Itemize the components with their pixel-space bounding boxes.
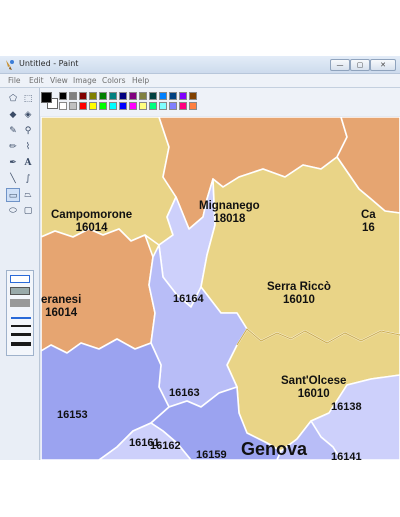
- label-ca: Ca 16: [361, 209, 376, 234]
- foreground-color-swatch[interactable]: [41, 92, 52, 103]
- color-picker-icon[interactable]: ✎: [6, 124, 20, 138]
- label-serra-ricco: Serra Riccò 16010: [267, 281, 331, 306]
- palette-swatch[interactable]: [119, 92, 127, 100]
- ellipse-icon[interactable]: ⬭: [6, 204, 20, 218]
- rounded-rect-icon[interactable]: ▢: [21, 204, 35, 218]
- label-16163: 16163: [169, 387, 200, 399]
- palette-swatch[interactable]: [159, 92, 167, 100]
- menu-colors[interactable]: Colors: [102, 76, 126, 85]
- toolbox: ⬠ ⬚ ◆ ◈ ✎ ⚲ ✏ ⌇ ✒ A ╲ ∫ ▭ ⏢ ⬭ ▢: [0, 88, 40, 460]
- tool-options-panel[interactable]: [6, 270, 34, 356]
- paint-app-icon: [6, 60, 14, 70]
- text-icon[interactable]: A: [21, 156, 35, 170]
- current-colors[interactable]: [41, 92, 58, 109]
- drawing-canvas[interactable]: Campomorone 16014 Mignanego 18018 Ca 16 …: [41, 117, 400, 460]
- line-icon[interactable]: ╲: [6, 172, 20, 186]
- palette-swatch[interactable]: [109, 92, 117, 100]
- palette-swatch[interactable]: [99, 102, 107, 110]
- label-campomorone: Campomorone 16014: [51, 209, 133, 234]
- postal-code-map: [41, 117, 400, 460]
- palette-swatch[interactable]: [119, 102, 127, 110]
- palette-swatch[interactable]: [179, 92, 187, 100]
- fill-option-both[interactable]: [10, 287, 30, 295]
- palette-swatch[interactable]: [69, 102, 77, 110]
- palette-swatch[interactable]: [149, 102, 157, 110]
- minimize-button[interactable]: —: [330, 59, 350, 71]
- label-sant-olcese: Sant'Olcese 16010: [281, 375, 347, 400]
- palette-swatch[interactable]: [169, 102, 177, 110]
- palette-swatch[interactable]: [79, 102, 87, 110]
- label-16164: 16164: [173, 293, 204, 305]
- palette-swatch[interactable]: [179, 102, 187, 110]
- palette-swatch[interactable]: [99, 92, 107, 100]
- magnifier-icon[interactable]: ⚲: [21, 124, 35, 138]
- polygon-icon[interactable]: ⏢: [21, 188, 35, 202]
- rect-select-icon[interactable]: ⬚: [21, 92, 35, 106]
- fill-option-outline[interactable]: [10, 275, 30, 283]
- palette-swatch[interactable]: [189, 92, 197, 100]
- title-bar[interactable]: Untitled - Paint — ▢ ✕: [0, 56, 400, 74]
- region-ceranesi: [41, 228, 156, 354]
- label-ceranesi: eranesi 16014: [41, 294, 82, 319]
- palette-swatch[interactable]: [89, 102, 97, 110]
- menu-edit[interactable]: Edit: [29, 76, 44, 85]
- color-palette: [59, 92, 203, 112]
- palette-swatch[interactable]: [169, 92, 177, 100]
- menu-file[interactable]: File: [8, 76, 21, 85]
- free-select-icon[interactable]: ⬠: [6, 92, 20, 106]
- window-title: Untitled - Paint: [19, 59, 79, 68]
- palette-swatch[interactable]: [189, 102, 197, 110]
- menu-image[interactable]: Image: [73, 76, 97, 85]
- pencil-icon[interactable]: ✏: [6, 140, 20, 154]
- rectangle-icon[interactable]: ▭: [6, 188, 20, 202]
- curve-icon[interactable]: ∫: [21, 172, 35, 186]
- line-width-4[interactable]: [11, 342, 31, 346]
- palette-swatch[interactable]: [159, 102, 167, 110]
- fill-option-solid[interactable]: [10, 299, 30, 307]
- eraser-icon[interactable]: ◆: [6, 108, 20, 122]
- airbrush-icon[interactable]: ✒: [6, 156, 20, 170]
- line-width-1[interactable]: [11, 317, 31, 319]
- paint-window: Untitled - Paint — ▢ ✕ File Edit View Im…: [0, 56, 400, 460]
- fill-icon[interactable]: ◈: [21, 108, 35, 122]
- palette-swatch[interactable]: [69, 92, 77, 100]
- label-16162: 16162: [150, 440, 181, 452]
- palette-swatch[interactable]: [139, 102, 147, 110]
- palette-swatch[interactable]: [109, 102, 117, 110]
- palette-swatch[interactable]: [89, 92, 97, 100]
- label-mignanego: Mignanego 18018: [199, 200, 260, 225]
- palette-swatch[interactable]: [129, 102, 137, 110]
- brush-icon[interactable]: ⌇: [21, 140, 35, 154]
- close-button[interactable]: ✕: [370, 59, 396, 71]
- palette-swatch[interactable]: [59, 92, 67, 100]
- menu-help[interactable]: Help: [132, 76, 149, 85]
- palette-swatch[interactable]: [79, 92, 87, 100]
- maximize-button[interactable]: ▢: [350, 59, 370, 71]
- line-width-2[interactable]: [11, 325, 31, 327]
- palette-swatch[interactable]: [59, 102, 67, 110]
- palette-swatch[interactable]: [129, 92, 137, 100]
- palette-swatch[interactable]: [149, 92, 157, 100]
- menu-bar: File Edit View Image Colors Help: [0, 74, 400, 88]
- line-width-3[interactable]: [11, 333, 31, 336]
- palette-swatch[interactable]: [139, 92, 147, 100]
- menu-view[interactable]: View: [50, 76, 68, 85]
